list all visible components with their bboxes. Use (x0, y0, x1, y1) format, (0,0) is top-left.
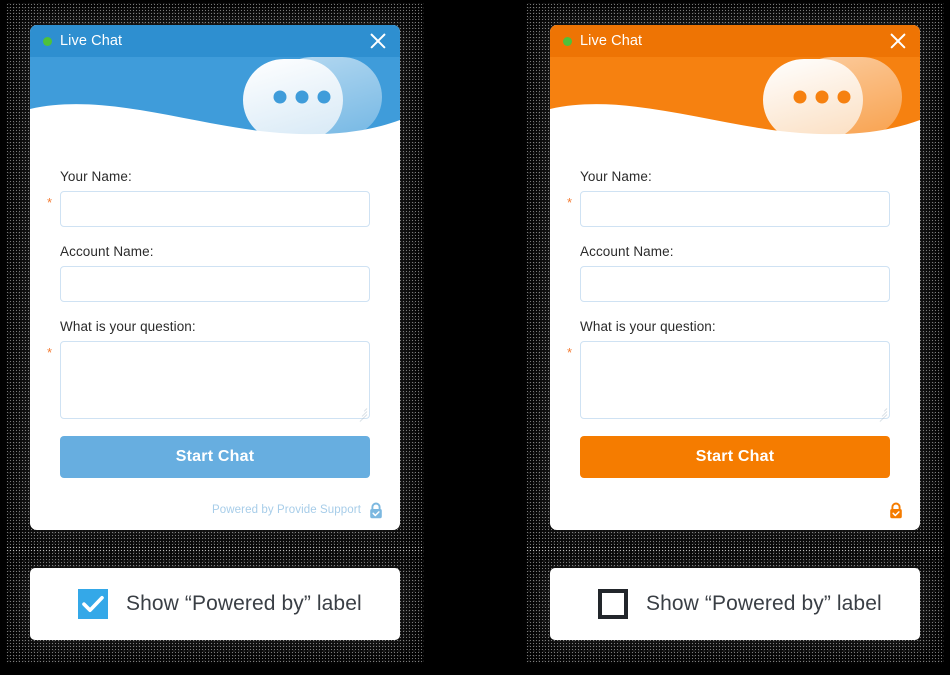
online-dot (563, 36, 572, 46)
checkbox-card-right: Show “Powered by” label (550, 568, 920, 640)
checkbox-card-left: Show “Powered by” label (30, 568, 400, 640)
start-chat-button[interactable]: Start Chat (60, 436, 370, 478)
field-your-name: Your Name: * (47, 169, 370, 227)
checkbox-label: Show “Powered by” label (126, 592, 362, 615)
required-star: * (47, 195, 53, 210)
chat-form-orange: Your Name: * Account Name: What is your … (550, 145, 920, 478)
required-star: * (567, 345, 573, 360)
wave-divider (550, 104, 920, 145)
widget-header-orange: Live Chat (550, 25, 920, 145)
wave-divider (30, 104, 400, 145)
your-name-input[interactable] (580, 191, 890, 227)
field-account-name: Account Name: (580, 244, 890, 302)
widget-title: Live Chat (60, 33, 123, 49)
account-name-input[interactable] (580, 266, 890, 302)
field-account-name: Account Name: (60, 244, 370, 302)
screenshot-stage: Live Chat Your Name: * Account Name: Wha… (0, 0, 950, 675)
online-dot (43, 36, 52, 46)
show-powered-by-checkbox[interactable] (78, 589, 108, 619)
field-question: What is your question: * (47, 319, 370, 422)
widget-footer-orange (550, 499, 920, 521)
question-textarea[interactable] (580, 341, 890, 419)
field-question: What is your question: * (567, 319, 890, 422)
widget-header-blue: Live Chat (30, 25, 400, 145)
show-powered-by-checkbox[interactable] (598, 589, 628, 619)
widget-titlebar-blue: Live Chat (30, 25, 400, 57)
start-chat-button[interactable]: Start Chat (580, 436, 890, 478)
required-star: * (47, 345, 53, 360)
your-name-input[interactable] (60, 191, 370, 227)
widget-titlebar-orange: Live Chat (550, 25, 920, 57)
field-label: Account Name: (580, 244, 674, 259)
required-star: * (567, 195, 573, 210)
chat-widget-blue: Live Chat Your Name: * Account Name: Wha… (30, 25, 400, 530)
close-icon[interactable] (367, 30, 389, 52)
field-your-name: Your Name: * (567, 169, 890, 227)
chat-widget-orange: Live Chat Your Name: * Account Name: Wha… (550, 25, 920, 530)
lock-check-icon (370, 502, 382, 518)
check-icon (82, 596, 104, 612)
field-label: Your Name: (60, 169, 132, 184)
field-label: What is your question: (580, 319, 716, 334)
chat-form-blue: Your Name: * Account Name: What is your … (30, 145, 400, 478)
close-icon[interactable] (887, 30, 909, 52)
widget-title: Live Chat (580, 33, 643, 49)
lock-check-icon (890, 502, 902, 518)
widget-footer-blue: Powered by Provide Support (30, 499, 400, 521)
field-label: What is your question: (60, 319, 196, 334)
account-name-input[interactable] (60, 266, 370, 302)
field-label: Account Name: (60, 244, 154, 259)
question-textarea[interactable] (60, 341, 370, 419)
field-label: Your Name: (580, 169, 652, 184)
powered-by-label: Powered by Provide Support (212, 504, 361, 516)
checkbox-label: Show “Powered by” label (646, 592, 882, 615)
